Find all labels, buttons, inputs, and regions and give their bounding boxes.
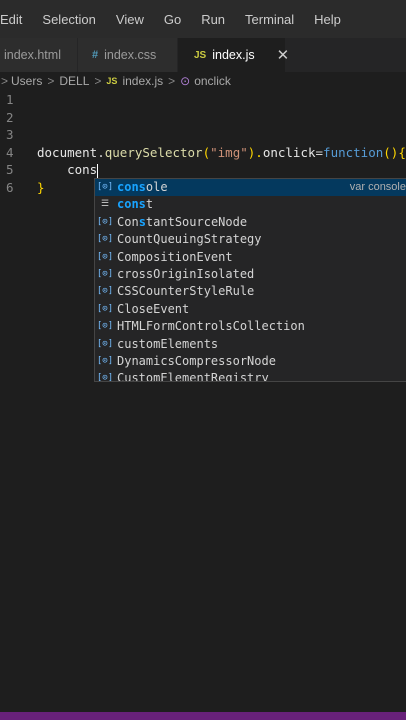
suggestion-item[interactable]: [⊙] CustomElementRegistry [95, 370, 406, 382]
suggestion-item[interactable]: [⊙] DynamicsCompressorNode [95, 353, 406, 370]
keyword-icon: ☰ [100, 199, 110, 210]
line-number: 1 [6, 92, 14, 107]
suggestion-item[interactable]: [⊙] crossOriginIsolated [95, 266, 406, 283]
suggestion-label: crossOriginIsolated [117, 266, 255, 281]
breadcrumb-item-onclick[interactable]: onclick [194, 74, 231, 88]
tab-index-css[interactable]: # index.css [78, 38, 178, 72]
code-token: ). [247, 144, 263, 160]
code-line-6: } [37, 179, 45, 197]
code-token: "img" [210, 144, 248, 160]
tab-label: index.js [212, 48, 255, 62]
variable-icon: [⊙] [96, 338, 114, 349]
tab-label: index.css [104, 48, 157, 62]
suggestion-label: CloseEvent [117, 301, 190, 316]
editor-tab-bar: index.html # index.css JS index.js ✕ [0, 38, 406, 72]
chevron-right-icon: > [47, 74, 55, 88]
breadcrumb: > Users > DELL > JS index.js > ⊙ onclick [0, 72, 406, 90]
suggestion-detail: var console [349, 180, 406, 193]
code-line-4: document.querySelector("img").onclick=fu… [37, 144, 406, 162]
code-line-5: cons [37, 161, 99, 179]
js-file-icon: JS [194, 49, 207, 61]
line-number: 5 [6, 162, 14, 177]
status-bar [0, 712, 406, 720]
variable-icon: [⊙] [96, 303, 114, 314]
suggestion-item[interactable]: [⊙] cons ole var console [95, 179, 406, 197]
variable-icon: [⊙] [96, 355, 114, 366]
menu-selection[interactable]: Selection [32, 12, 103, 27]
tab-index-html[interactable]: index.html [0, 38, 78, 72]
variable-icon: [⊙] [96, 268, 114, 279]
suggestion-item[interactable]: [⊙] CSSCounterStyleRule [95, 283, 406, 300]
menu-go[interactable]: Go [154, 12, 189, 27]
variable-icon: [⊙] [96, 234, 114, 245]
menu-view[interactable]: View [106, 12, 152, 27]
code-token: = [315, 144, 324, 160]
menu-terminal[interactable]: Terminal [235, 12, 302, 27]
suggestion-match: s [138, 214, 146, 229]
line-number: 3 [6, 127, 14, 142]
suggestion-label: CSSCounterStyleRule [117, 284, 255, 299]
menu-run[interactable]: Run [191, 12, 233, 27]
variable-icon: [⊙] [96, 216, 114, 227]
suggestion-item[interactable]: ☰ cons t [95, 196, 406, 213]
code-token: { [398, 144, 406, 160]
suggestion-label: CustomElementRegistry [117, 371, 269, 382]
code-token: document [37, 144, 98, 160]
breadcrumb-item-users[interactable]: Users [11, 74, 42, 88]
suggestion-rest: ole [145, 180, 168, 194]
suggestion-item[interactable]: [⊙] CompositionEvent [95, 249, 406, 266]
line-number: 4 [6, 144, 14, 160]
code-token: () [383, 144, 399, 160]
suggestion-item[interactable]: [⊙] customElements [95, 336, 406, 353]
breadcrumb-item-dell[interactable]: DELL [59, 74, 89, 88]
line-number: 6 [6, 179, 14, 195]
code-token: cons [37, 162, 98, 177]
suggestion-item[interactable]: [⊙] HTMLFormControlsCollection [95, 318, 406, 335]
suggestion-label: HTMLFormControlsCollection [117, 319, 305, 334]
suggestion-item[interactable]: [⊙] Con s tantSourceNode [95, 214, 406, 231]
line-number: 2 [6, 109, 14, 125]
js-file-icon: JS [106, 76, 118, 86]
code-token: function [323, 144, 384, 160]
text-cursor [97, 163, 99, 178]
variable-icon: [⊙] [96, 321, 114, 332]
tab-index-js[interactable]: JS index.js ✕ [178, 38, 289, 72]
code-token: ( [202, 144, 211, 160]
chevron-right-icon: > [168, 74, 176, 88]
suggestion-item[interactable]: [⊙] CountQueuingStrategy [95, 231, 406, 248]
menu-bar: Edit Selection View Go Run Terminal Help [0, 0, 406, 38]
css-file-icon: # [92, 49, 99, 61]
breadcrumb-item-file[interactable]: index.js [122, 74, 163, 88]
variable-icon: [⊙] [96, 373, 114, 382]
close-icon[interactable]: ✕ [277, 46, 290, 64]
chevron-right-icon: > [1, 74, 9, 88]
suggestion-label: CompositionEvent [117, 249, 233, 264]
suggestion-rest: t [145, 197, 154, 212]
menu-edit[interactable]: Edit [0, 12, 30, 27]
variable-icon: [⊙] [96, 181, 114, 192]
suggestion-label: DynamicsCompressorNode [117, 353, 276, 368]
suggestion-item[interactable]: [⊙] CloseEvent [95, 301, 406, 318]
method-icon: ⊙ [180, 74, 191, 88]
suggestion-label: customElements [117, 336, 219, 351]
code-token: querySelector [104, 144, 203, 160]
suggestion-label: CountQueuingStrategy [117, 232, 262, 247]
variable-icon: [⊙] [96, 251, 114, 262]
variable-icon: [⊙] [96, 286, 114, 297]
code-token: } [37, 179, 45, 195]
suggestion-match: cons [117, 180, 146, 194]
menu-help[interactable]: Help [304, 12, 349, 27]
suggestion-pre: Con [117, 214, 139, 229]
suggestion-match: cons [117, 197, 146, 212]
tab-label: index.html [4, 48, 61, 62]
code-token: onclick [262, 144, 316, 160]
code-token: . [97, 144, 105, 160]
chevron-right-icon: > [94, 74, 102, 88]
suggestion-rest: tantSourceNode [145, 214, 248, 229]
autocomplete-suggest-widget: [⊙] cons ole var console ☰ cons t [⊙] Con s… [94, 178, 406, 382]
